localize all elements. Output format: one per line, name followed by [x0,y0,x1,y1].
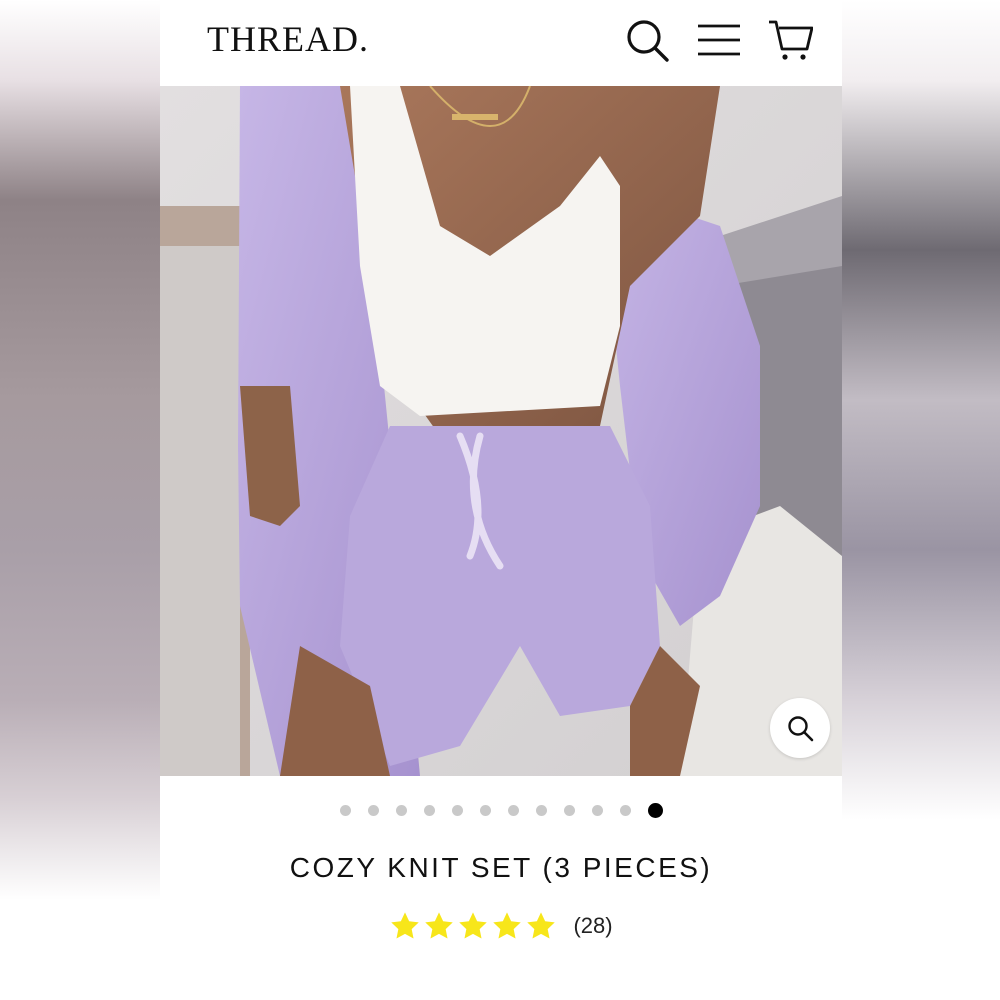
product-rating[interactable]: (28) [160,910,842,942]
site-header: THREAD. [160,0,842,86]
review-count[interactable]: (28) [573,913,612,939]
gallery-dot[interactable] [647,802,663,818]
background-blur-left [0,0,160,1000]
gallery-dot[interactable] [451,804,463,816]
gallery-dot[interactable] [423,804,435,816]
gallery-dot[interactable] [563,804,575,816]
background-blur-right [842,0,1000,1000]
gallery-dot[interactable] [367,804,379,816]
gallery-dot[interactable] [619,804,631,816]
star-icon [527,912,556,939]
product-page: THREAD. COZY KNIT SET (3 PIECES) (28) [160,0,842,1000]
gallery-dot[interactable] [535,804,547,816]
gallery-dot[interactable] [479,804,491,816]
gallery-pagination [160,800,842,820]
star-icon [391,912,420,939]
gallery-dot[interactable] [507,804,519,816]
zoom-icon [788,716,814,742]
gallery-dot[interactable] [591,804,603,816]
search-icon[interactable] [624,17,670,63]
star-icon [425,912,454,939]
gallery-dot[interactable] [339,804,351,816]
gallery-dot[interactable] [395,804,407,816]
cart-icon[interactable] [767,17,814,63]
menu-icon[interactable] [696,17,742,63]
zoom-button[interactable] [770,698,830,758]
star-icon [459,912,488,939]
product-image[interactable] [160,86,842,776]
product-title: COZY KNIT SET (3 PIECES) [289,852,713,883]
star-icon [493,912,522,939]
store-logo[interactable]: THREAD. [207,18,369,60]
